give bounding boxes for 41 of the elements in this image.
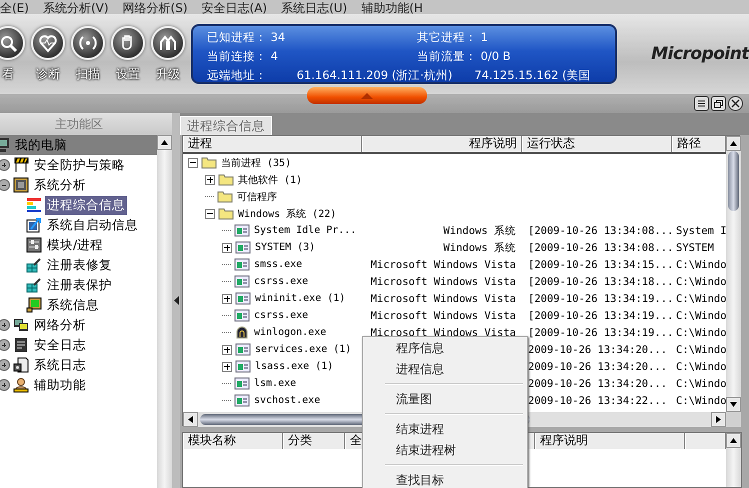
table-cell: [2009-10-26 13:34:19... [528,326,674,338]
remote-address: 74.125.15.162 (美国 [474,67,591,84]
stat-label: 其它进程 : [417,29,473,46]
table-cell: C:\Windo [676,378,726,390]
table-cell: [2009-10-26 13:34:19... [528,310,674,322]
stat-label: 已知进程 : [207,29,263,46]
table-cell: Microsoft Windows Vista [370,326,516,338]
table-cell: 2009-10-26 13:34:20... [528,360,668,372]
table-cell: C:\Windo [676,258,726,270]
table-cell: [2009-10-26 13:34:08... [528,224,674,236]
table-cell: Microsoft Windows Vista [370,292,516,304]
table-cell: C:\Windo [676,310,726,322]
stat-label: 远端地址 : [207,67,263,84]
table-cell: 2009-10-26 13:34:20... [528,378,668,390]
table-cell: 2009-10-26 13:34:22... [528,394,668,406]
table-cell: System I [676,224,726,236]
table-cell: C:\Windo [676,276,726,288]
table-cell: C:\Windo [676,344,726,356]
stat-value: 4 [270,48,278,65]
table-cell: Microsoft Windows Vista [370,258,516,270]
table-cell: C:\Windo [676,394,726,406]
table-cell: Windows 系统 [443,224,516,236]
table-cell: C:\Windo [676,326,726,338]
table-cell: C:\Windo [676,360,726,372]
stat-value: 1 [480,29,488,46]
table-cell: SYSTEM [676,242,714,254]
remote-address: 61.164.111.209 (浙江·杭州) [296,67,452,84]
panel-title: 主功能区 [0,113,172,135]
table-cell: [2009-10-26 13:34:15... [528,258,674,270]
table-cell: [2009-10-26 13:34:19... [528,292,674,304]
table-cell: Windows 系统 [443,242,516,254]
table-cell: [2009-10-26 13:34:08... [528,242,674,254]
stat-value: 34 [270,29,286,46]
table-cell: [2009-10-26 13:34:18... [528,276,674,288]
stat-label: 当前连接 : [207,48,263,65]
stat-value: 0/0 B [480,48,511,65]
table-cell: 2009-10-26 13:34:20... [528,344,668,356]
table-cell: C:\Windo [676,292,726,304]
stat-label: 当前流量 : [417,48,473,65]
table-cell: Microsoft Windows Vista [370,276,516,288]
table-cell: Microsoft Windows Vista [370,310,516,322]
